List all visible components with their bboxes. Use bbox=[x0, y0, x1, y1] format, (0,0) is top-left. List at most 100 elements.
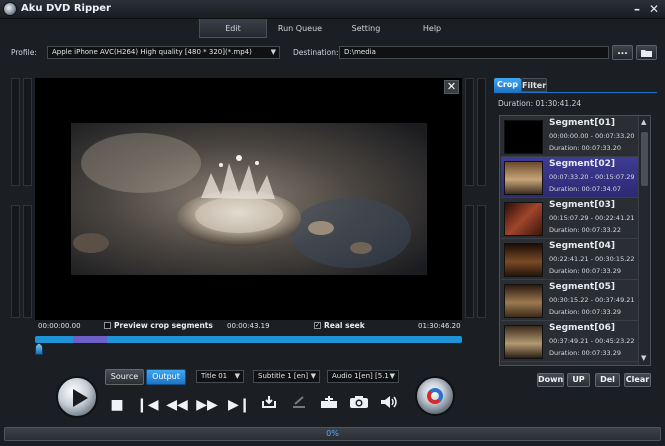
title-select[interactable]: Title 01 ▼ bbox=[196, 370, 244, 383]
segment-range: 00:00:00.00 - 00:07:33.20 bbox=[549, 132, 635, 140]
set-start-button[interactable] bbox=[258, 395, 280, 415]
destination-value: D:\media bbox=[344, 48, 376, 56]
menu-help[interactable]: Help bbox=[399, 19, 465, 38]
segment-name: Segment[01] bbox=[549, 118, 615, 128]
segment-item[interactable]: Segment[04] 00:22:41.21 - 00:30:15.22 Du… bbox=[501, 239, 638, 280]
segment-item-selected[interactable]: Segment[02] 00:07:33.20 - 00:15:07.29 Du… bbox=[501, 157, 638, 198]
browse-button[interactable]: ... bbox=[612, 45, 633, 60]
segment-thumbnail bbox=[504, 325, 543, 359]
segment-range: 00:07:33.20 - 00:15:07.29 bbox=[549, 173, 635, 181]
minimize-button[interactable]: – bbox=[630, 2, 644, 16]
left-audio-meter-top-2 bbox=[23, 78, 32, 186]
segment-thumbnail bbox=[504, 202, 543, 236]
segment-duration: Duration: 00:07:33.22 bbox=[549, 226, 622, 234]
set-start-icon bbox=[262, 396, 276, 408]
volume-button[interactable] bbox=[378, 395, 400, 415]
close-window-button[interactable]: ✕ bbox=[647, 2, 661, 16]
next-frame-button[interactable]: ▶❙ bbox=[228, 395, 251, 415]
right-audio-meter-bottom-2 bbox=[477, 205, 486, 318]
split-icon bbox=[321, 396, 337, 408]
segment-name: Segment[03] bbox=[549, 200, 615, 210]
menu-setting[interactable]: Setting bbox=[333, 19, 399, 38]
volume-icon bbox=[381, 396, 397, 408]
right-audio-meter-top bbox=[465, 78, 474, 186]
right-audio-meter-top-2 bbox=[477, 78, 486, 186]
segment-thumbnail bbox=[504, 243, 543, 277]
set-end-button[interactable] bbox=[288, 395, 310, 415]
total-duration: Duration: 01:30:41.24 bbox=[498, 99, 581, 108]
time-current: 00:00:43.19 bbox=[227, 322, 270, 330]
chevron-down-icon: ▼ bbox=[310, 372, 316, 380]
segment-duration: Duration: 00:07:33.29 bbox=[549, 308, 622, 316]
segment-item[interactable]: Segment[03] 00:15:07.29 - 00:22:41.21 Du… bbox=[501, 198, 638, 239]
segment-range: 00:37:49.21 - 00:45:23.22 bbox=[549, 337, 635, 345]
snapshot-button[interactable] bbox=[348, 395, 370, 415]
snapshot-icon bbox=[350, 396, 368, 408]
preview-crop-checkbox[interactable]: Preview crop segments bbox=[104, 321, 213, 330]
real-seek-label: Real seek bbox=[324, 321, 365, 330]
source-toggle[interactable]: Source bbox=[105, 369, 144, 385]
scroll-up-icon[interactable]: ▲ bbox=[641, 118, 646, 126]
subtitle-select-value: Subtitle 1 [en] bbox=[258, 372, 309, 380]
profile-select[interactable]: Apple iPhone AVC(H264) High quality [480… bbox=[47, 46, 280, 59]
clear-button[interactable]: Clear bbox=[624, 373, 651, 387]
left-audio-meter-top bbox=[11, 78, 20, 186]
left-audio-meter-bottom bbox=[11, 205, 20, 318]
progress-bar: 0% bbox=[4, 427, 661, 441]
duration-value: 01:30:41.24 bbox=[535, 99, 582, 108]
play-button[interactable] bbox=[56, 376, 98, 418]
next-frame-icon: ▶❙ bbox=[228, 397, 251, 413]
chevron-down-icon: ▼ bbox=[234, 372, 240, 380]
scroll-thumb[interactable] bbox=[641, 132, 648, 186]
app-logo-icon bbox=[3, 2, 17, 16]
menu-bar: Edit Run Queue Setting Help bbox=[199, 19, 465, 38]
open-folder-button[interactable] bbox=[636, 45, 657, 60]
destination-label: Destination: bbox=[293, 48, 339, 57]
segment-name: Segment[06] bbox=[549, 323, 615, 333]
tab-filter[interactable]: Filter bbox=[521, 78, 547, 92]
video-frame bbox=[71, 123, 427, 275]
segment-duration: Duration: 00:07:34.07 bbox=[549, 185, 622, 193]
stop-button[interactable]: ■ bbox=[106, 395, 128, 415]
chevron-down-icon: ▼ bbox=[389, 372, 395, 380]
menu-run-queue[interactable]: Run Queue bbox=[267, 19, 333, 38]
delete-button[interactable]: Del bbox=[595, 373, 620, 387]
segment-item[interactable]: Segment[06] 00:37:49.21 - 00:45:23.22 Du… bbox=[501, 321, 638, 362]
seek-handle[interactable] bbox=[35, 343, 43, 355]
up-button[interactable]: UP bbox=[567, 373, 590, 387]
rewind-button[interactable]: ◀◀ bbox=[166, 395, 188, 415]
audio-select[interactable]: Audio 1[en] [5.1 ▼ bbox=[327, 370, 399, 383]
previous-frame-button[interactable]: ❙◀ bbox=[136, 395, 159, 415]
segment-item[interactable]: Segment[01] 00:00:00.00 - 00:07:33.20 Du… bbox=[501, 116, 638, 157]
subtitle-select[interactable]: Subtitle 1 [en] ▼ bbox=[253, 370, 320, 383]
segment-name: Segment[02] bbox=[549, 159, 615, 169]
segment-list: Segment[01] 00:00:00.00 - 00:07:33.20 Du… bbox=[499, 115, 651, 366]
tab-crop[interactable]: Crop bbox=[494, 78, 521, 92]
segment-scrollbar[interactable]: ▲ ▼ bbox=[638, 116, 650, 365]
segment-name: Segment[04] bbox=[549, 241, 615, 251]
title-select-value: Title 01 bbox=[201, 372, 228, 380]
destination-field[interactable]: D:\media bbox=[339, 46, 609, 59]
real-seek-checkbox[interactable]: ✓ Real seek bbox=[314, 321, 365, 330]
timeline-selected-segment bbox=[73, 336, 107, 343]
chevron-down-icon: ▼ bbox=[270, 48, 276, 56]
start-rip-button[interactable] bbox=[415, 376, 455, 416]
split-button[interactable] bbox=[318, 395, 340, 415]
left-audio-meter-bottom-2 bbox=[23, 205, 32, 318]
preview-crop-label: Preview crop segments bbox=[114, 321, 213, 330]
scroll-down-icon[interactable]: ▼ bbox=[641, 354, 646, 362]
segment-item[interactable]: Segment[05] 00:30:15.22 - 00:37:49.21 Du… bbox=[501, 280, 638, 321]
down-button[interactable]: Down bbox=[537, 373, 564, 387]
close-preview-button[interactable]: ✕ bbox=[444, 80, 459, 94]
fast-forward-icon: ▶▶ bbox=[196, 397, 218, 413]
profile-value: Apple iPhone AVC(H264) High quality [480… bbox=[52, 48, 252, 56]
menu-edit[interactable]: Edit bbox=[199, 19, 267, 38]
segment-range: 00:30:15.22 - 00:37:49.21 bbox=[549, 296, 635, 304]
fast-forward-button[interactable]: ▶▶ bbox=[196, 395, 218, 415]
rip-icon bbox=[427, 388, 443, 404]
output-toggle[interactable]: Output bbox=[146, 369, 186, 385]
segment-name: Segment[05] bbox=[549, 282, 615, 292]
checkbox-icon bbox=[104, 322, 111, 329]
segment-thumbnail bbox=[504, 284, 543, 318]
segment-range: 00:22:41.21 - 00:30:15.22 bbox=[549, 255, 635, 263]
